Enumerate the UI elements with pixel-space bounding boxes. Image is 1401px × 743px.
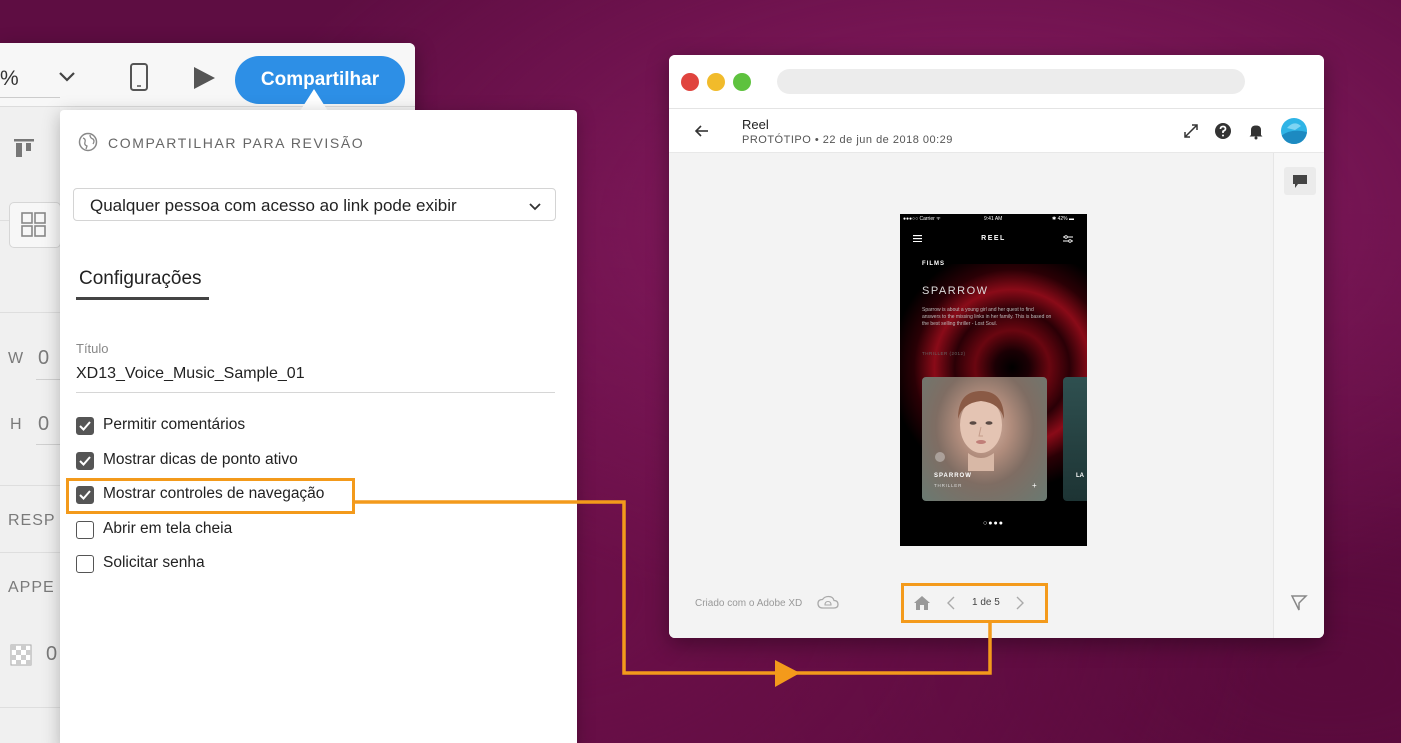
input-underline bbox=[36, 379, 60, 380]
input-underline bbox=[36, 444, 60, 445]
carousel-pager: ○●●● bbox=[983, 520, 1004, 527]
divider bbox=[0, 485, 60, 486]
option-label: Abrir em tela cheia bbox=[103, 520, 233, 537]
minimize-window-button[interactable] bbox=[707, 73, 725, 91]
popover-header: COMPARTILHAR PARA REVISÃO bbox=[108, 135, 365, 151]
status-carrier: ●●●○○ Carrier ᯤ bbox=[903, 216, 941, 222]
filter-sliders-icon[interactable] bbox=[1063, 235, 1073, 243]
checkmark-icon bbox=[79, 421, 91, 431]
divider bbox=[0, 552, 60, 553]
option-label: Solicitar senha bbox=[103, 554, 205, 571]
xd-toolbar: % Compartilhar bbox=[0, 43, 415, 107]
checkbox-checked[interactable] bbox=[76, 452, 94, 470]
height-label: H bbox=[10, 416, 23, 433]
highlight-navigation-controls bbox=[901, 583, 1048, 623]
address-bar[interactable] bbox=[777, 69, 1245, 94]
project-meta: PROTÓTIPO • 22 de jun de 2018 00:29 bbox=[742, 134, 953, 146]
opacity-pattern-icon bbox=[10, 644, 32, 666]
creative-cloud-icon bbox=[817, 595, 839, 609]
highlight-navigation-option bbox=[66, 478, 355, 514]
zoom-value[interactable]: % bbox=[0, 67, 19, 91]
movie-card-next[interactable]: LA bbox=[1063, 377, 1087, 501]
help-icon[interactable] bbox=[1214, 122, 1232, 140]
notification-bell-icon[interactable] bbox=[1247, 122, 1265, 140]
phone-movie-title: SPARROW bbox=[922, 285, 989, 297]
option-label: Mostrar dicas de ponto ativo bbox=[103, 451, 298, 468]
prototype-header: Reel PROTÓTIPO • 22 de jun de 2018 00:29 bbox=[669, 109, 1324, 153]
title-field-label: Título bbox=[76, 341, 109, 356]
comments-rail bbox=[1273, 153, 1324, 638]
browser-window: Reel PROTÓTIPO • 22 de jun de 2018 00:29 bbox=[669, 55, 1324, 638]
chevron-down-icon bbox=[529, 203, 541, 211]
checkbox-checked[interactable] bbox=[76, 417, 94, 435]
phone-section-label: FILMS bbox=[922, 261, 945, 267]
comments-button[interactable] bbox=[1284, 167, 1316, 195]
mobile-device-icon[interactable] bbox=[128, 63, 150, 91]
popover-caret bbox=[300, 89, 328, 111]
link-access-value: Qualquer pessoa com acesso ao link pode … bbox=[90, 196, 457, 215]
repeat-grid-icon bbox=[21, 212, 46, 237]
link-access-select[interactable]: Qualquer pessoa com acesso ao link pode … bbox=[73, 188, 556, 221]
responsive-resize-label: RESP bbox=[8, 512, 56, 529]
fullscreen-icon[interactable] bbox=[1182, 122, 1200, 140]
status-time: 9:41 AM bbox=[984, 216, 1003, 222]
appearance-label: APPE bbox=[8, 579, 55, 596]
globe-icon bbox=[78, 132, 98, 152]
zoom-underline bbox=[0, 97, 60, 98]
card-add-icon[interactable]: + bbox=[1032, 481, 1037, 490]
repeat-grid-button[interactable] bbox=[9, 202, 61, 248]
phone-status-bar: ●●●○○ Carrier ᯤ 9:41 AM ✱ 42% ▬ bbox=[900, 214, 1087, 224]
close-window-button[interactable] bbox=[681, 73, 699, 91]
card-title: LA bbox=[1076, 473, 1084, 479]
option-label: Permitir comentários bbox=[103, 416, 246, 433]
card-genre: THRILLER bbox=[934, 483, 963, 488]
avatar[interactable] bbox=[1281, 118, 1307, 144]
active-tab-indicator bbox=[76, 297, 209, 300]
card-title: SPARROW bbox=[934, 473, 972, 479]
divider bbox=[0, 707, 60, 708]
project-title: Reel bbox=[742, 117, 769, 132]
title-field-underline bbox=[76, 392, 555, 393]
movie-card[interactable]: SPARROW THRILLER + bbox=[922, 377, 1047, 501]
comment-icon bbox=[1293, 175, 1307, 188]
checkbox-unchecked[interactable] bbox=[76, 521, 94, 539]
back-arrow-icon[interactable] bbox=[694, 123, 710, 139]
portrait-image bbox=[958, 391, 1004, 471]
title-field[interactable]: XD13_Voice_Music_Sample_01 bbox=[76, 365, 305, 383]
made-with-adobe-xd: Criado com o Adobe XD bbox=[695, 598, 803, 609]
height-input[interactable]: 0 bbox=[38, 413, 49, 436]
phone-genre-line: THRILLER (2012) bbox=[922, 351, 966, 356]
width-input[interactable]: 0 bbox=[38, 347, 49, 370]
align-top-icon[interactable] bbox=[12, 137, 36, 161]
avatar-graphic-icon bbox=[1281, 123, 1307, 144]
card-play-dot bbox=[935, 452, 945, 462]
share-for-review-popover: COMPARTILHAR PARA REVISÃO Qualquer pesso… bbox=[60, 110, 577, 743]
browser-titlebar bbox=[669, 55, 1324, 109]
width-label: W bbox=[8, 350, 25, 367]
pin-flag-icon[interactable] bbox=[1290, 594, 1308, 612]
artboard-preview: ●●●○○ Carrier ᯤ 9:41 AM ✱ 42% ▬ REEL FIL… bbox=[900, 214, 1087, 546]
status-battery: ✱ 42% ▬ bbox=[1052, 216, 1074, 222]
arrowhead-icon bbox=[775, 660, 800, 687]
divider bbox=[0, 312, 60, 313]
checkbox-unchecked[interactable] bbox=[76, 555, 94, 573]
phone-movie-description: Sparrow is about a young girl and her qu… bbox=[922, 307, 1052, 327]
opacity-input[interactable]: 0 bbox=[46, 643, 57, 666]
zoom-window-button[interactable] bbox=[733, 73, 751, 91]
chevron-down-icon[interactable] bbox=[56, 65, 78, 87]
phone-brand: REEL bbox=[981, 235, 1006, 242]
property-inspector: W 0 H 0 RESP APPE 0 bbox=[0, 107, 61, 743]
checkmark-icon bbox=[79, 456, 91, 466]
tab-settings[interactable]: Configurações bbox=[79, 268, 202, 290]
play-icon[interactable] bbox=[191, 66, 217, 90]
